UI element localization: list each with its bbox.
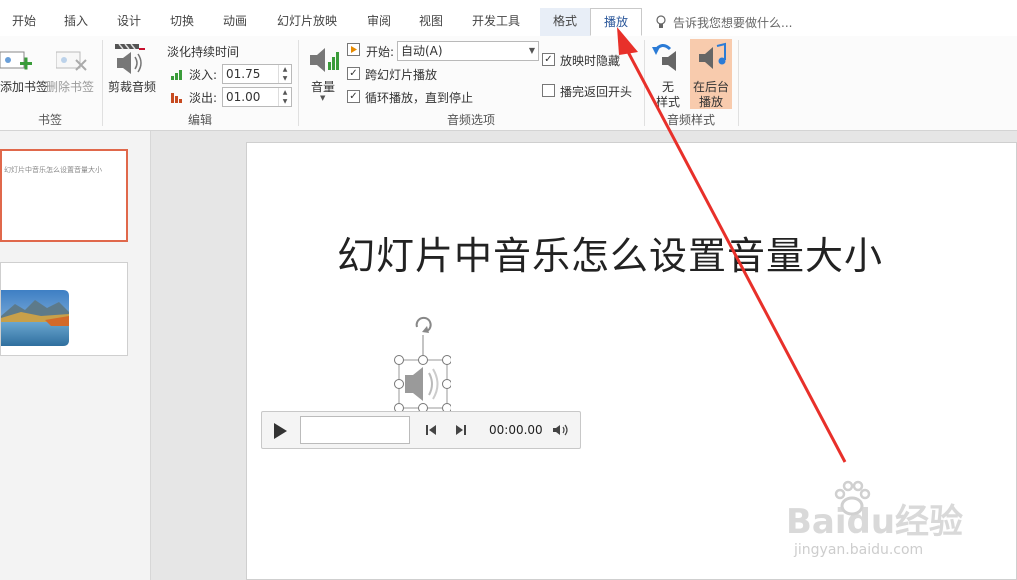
watermark-url: jingyan.baidu.com [794, 542, 924, 558]
baidu-watermark: Baidu经验 jingyan.baidu.com [786, 480, 966, 570]
watermark-logo-text: Baidu经验 [786, 502, 964, 542]
